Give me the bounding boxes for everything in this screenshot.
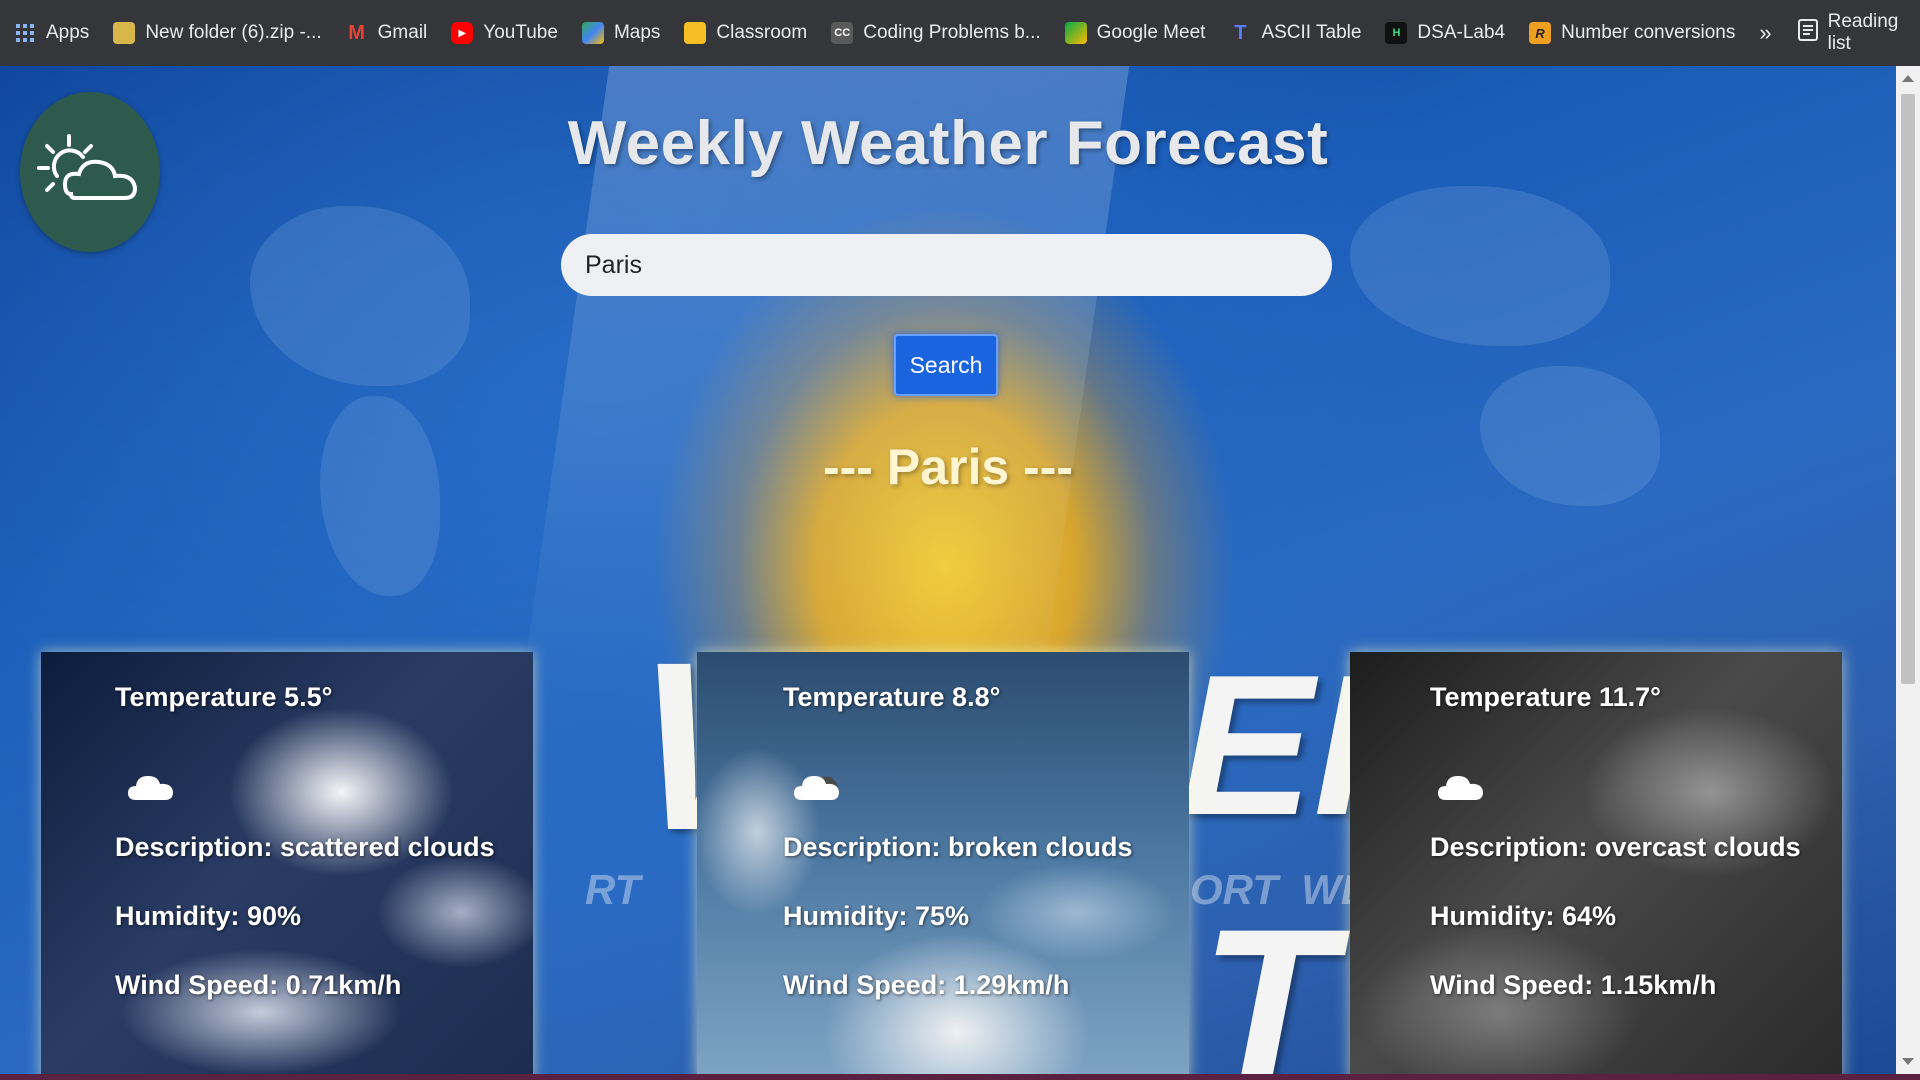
forecast-temperature: Temperature 8.8° [783, 682, 1001, 712]
forecast-humidity: Humidity: 64% [1430, 901, 1617, 931]
bookmark-label: DSA-Lab4 [1417, 22, 1506, 43]
page-title: Weekly Weather Forecast [567, 109, 1329, 178]
reading-list-button[interactable]: Reading list [1797, 11, 1906, 55]
apps-grid-icon [14, 22, 36, 44]
background-ghost-text: RT [585, 866, 641, 913]
scrollbar-thumb[interactable] [1901, 94, 1915, 684]
bookmark-label: ASCII Table [1261, 22, 1362, 43]
forecast-wind-speed: Wind Speed: 0.71km/h [115, 970, 402, 1000]
bookmark-youtube[interactable]: ▶ YouTube [451, 22, 558, 44]
forecast-description: Description: broken clouds [783, 832, 1133, 862]
bookmark-number-conversions[interactable]: R Number conversions [1529, 22, 1735, 44]
forecast-wind-speed: Wind Speed: 1.29km/h [783, 970, 1070, 1000]
reading-list-label: Reading list [1827, 11, 1899, 54]
r-icon: R [1529, 22, 1552, 44]
cloud-icon [1438, 772, 1484, 807]
bookmark-label: Number conversions [1561, 22, 1736, 43]
reading-list-icon [1797, 19, 1818, 47]
gmail-icon: M [348, 21, 365, 44]
cloud-icon [128, 772, 174, 807]
page-scrollbar[interactable] [1896, 66, 1920, 1074]
city-heading: --- Paris --- [823, 439, 1073, 495]
bookmark-label: Coding Problems b... [863, 22, 1041, 43]
meet-icon [1064, 22, 1087, 44]
dsa-icon: H [1385, 22, 1408, 44]
cc-icon: CC [831, 22, 854, 44]
city-search-input[interactable] [561, 234, 1332, 296]
forecast-card: Temperature 5.5° Description: scattered … [41, 652, 533, 1074]
scroll-down-arrow-icon[interactable] [1902, 1058, 1914, 1065]
page-viewport: W ER T RT ORT WEA Weekly Weather Forecas… [0, 66, 1896, 1074]
bookmark-apps[interactable]: Apps [14, 22, 89, 44]
scroll-up-arrow-icon[interactable] [1902, 75, 1914, 82]
forecast-description: Description: scattered clouds [115, 832, 495, 862]
forecast-card: Temperature 11.7° Description: overcast … [1350, 652, 1842, 1074]
bookmark-coding-problems[interactable]: CC Coding Problems b... [831, 22, 1041, 44]
forecast-card: Temperature 8.8° Description: broken clo… [697, 652, 1189, 1074]
bookmark-dsa-lab4[interactable]: H DSA-Lab4 [1385, 22, 1505, 44]
bookmark-label: Classroom [716, 22, 808, 43]
forecast-humidity: Humidity: 75% [783, 901, 970, 931]
forecast-description: Description: overcast clouds [1430, 832, 1801, 862]
bookmark-label: YouTube [483, 22, 558, 43]
cloud-icon [794, 772, 840, 807]
search-button[interactable]: Search [894, 334, 998, 396]
forecast-temperature: Temperature 11.7° [1430, 682, 1661, 712]
bookmark-label: Gmail [377, 22, 428, 43]
forecast-humidity: Humidity: 90% [115, 901, 302, 931]
bookmarks-overflow-button[interactable]: » [1759, 20, 1771, 46]
bookmark-new-folder-zip[interactable]: New folder (6).zip -... [113, 22, 322, 44]
bookmark-label: New folder (6).zip -... [145, 22, 322, 43]
bookmark-label: Apps [46, 22, 90, 43]
background-continent [250, 206, 470, 386]
forecast-temperature: Temperature 5.5° [115, 682, 333, 712]
bookmark-classroom[interactable]: Classroom [684, 22, 807, 44]
bookmark-label: Google Meet [1096, 22, 1206, 43]
folder-icon [113, 22, 136, 44]
taskbar-strip [0, 1074, 1920, 1080]
background-continent [1350, 186, 1610, 346]
background-continent [320, 396, 440, 596]
bookmarks-bar: Apps New folder (6).zip -... M Gmail ▶ Y… [0, 0, 1920, 66]
bookmark-gmail[interactable]: M Gmail [346, 21, 428, 44]
bookmark-maps[interactable]: Maps [581, 22, 661, 44]
youtube-icon: ▶ [451, 22, 474, 44]
forecast-wind-speed: Wind Speed: 1.15km/h [1430, 970, 1717, 1000]
bookmark-ascii-table[interactable]: T ASCII Table [1229, 22, 1361, 44]
classroom-icon [684, 22, 707, 44]
background-letter-t: T [1200, 883, 1335, 1074]
ascii-icon: T [1234, 21, 1247, 44]
maps-icon [581, 22, 604, 44]
bookmark-label: Maps [613, 22, 661, 43]
bookmark-google-meet[interactable]: Google Meet [1064, 22, 1206, 44]
